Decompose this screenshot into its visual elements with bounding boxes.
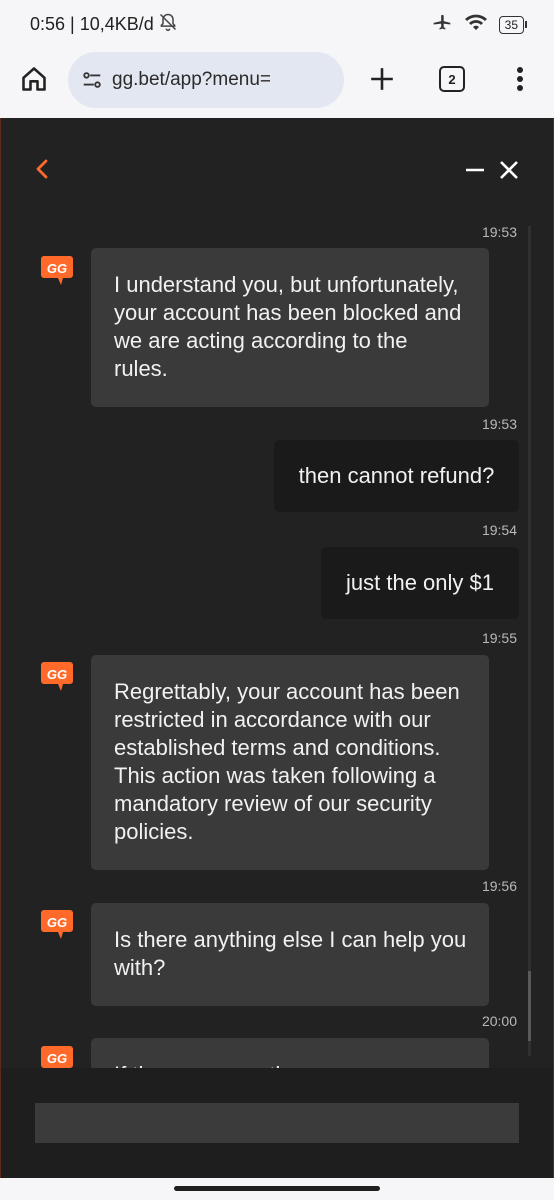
chat-window: 19:53 GG I understand you, but unfortuna… <box>0 118 554 1178</box>
chat-scrollbar[interactable] <box>528 226 531 1056</box>
gg-logo: GG <box>39 908 75 942</box>
status-left: 0:56 | 10,4KB/d <box>30 12 178 37</box>
message-list[interactable]: 19:53 GG I understand you, but unfortuna… <box>1 218 553 1068</box>
message-time: 19:53 <box>481 416 517 432</box>
message-input[interactable] <box>35 1103 519 1143</box>
minimize-icon[interactable] <box>463 158 487 182</box>
site-settings-icon[interactable] <box>80 68 104 92</box>
tabs-icon[interactable]: 2 <box>437 64 467 94</box>
agent-message: If there are no other <box>91 1038 489 1068</box>
more-vert-icon[interactable] <box>506 64 534 94</box>
message-time: 19:53 <box>481 224 517 240</box>
message-time: 19:56 <box>481 878 517 894</box>
scroll-thumb[interactable] <box>528 971 531 1041</box>
gg-logo-text: GG <box>47 261 67 276</box>
system-nav-bar <box>0 1178 554 1200</box>
back-chevron-icon[interactable] <box>31 156 53 182</box>
user-message: then cannot refund? <box>274 440 519 512</box>
gg-logo: GG <box>39 254 75 288</box>
agent-message: I understand you, but unfortunately, you… <box>91 248 489 407</box>
message-time: 20:00 <box>481 1013 517 1029</box>
gg-logo-text: GG <box>47 1051 67 1066</box>
chat-header <box>1 118 553 218</box>
gg-logo: GG <box>39 660 75 694</box>
status-bar: 0:56 | 10,4KB/d 35 <box>0 0 554 46</box>
airplane-icon <box>431 12 453 37</box>
user-message: just the only $1 <box>321 547 519 619</box>
browser-toolbar: gg.bet/app?menu= 2 <box>0 46 554 118</box>
close-icon[interactable] <box>497 158 521 182</box>
message-time: 19:55 <box>481 630 517 646</box>
gesture-handle[interactable] <box>174 1186 380 1191</box>
agent-message: Regrettably, your account has been restr… <box>91 655 489 870</box>
gg-logo-text: GG <box>47 915 67 930</box>
home-icon[interactable] <box>20 64 48 94</box>
chat-composer <box>1 1068 553 1178</box>
tab-count[interactable]: 2 <box>439 66 465 92</box>
address-bar[interactable]: gg.bet/app?menu= <box>68 52 344 108</box>
message-time: 19:54 <box>481 522 517 538</box>
battery-icon: 35 <box>498 15 528 34</box>
url-text[interactable]: gg.bet/app?menu= <box>112 69 271 91</box>
battery-level: 35 <box>504 17 518 32</box>
bell-off-icon <box>158 12 178 37</box>
plus-icon[interactable] <box>367 64 397 94</box>
status-right: 35 <box>431 12 528 37</box>
wifi-icon <box>463 12 489 37</box>
gg-logo: GG <box>39 1044 75 1068</box>
status-time-info: 0:56 | 10,4KB/d <box>30 14 154 34</box>
gg-logo-text: GG <box>47 667 67 682</box>
agent-message: Is there anything else I can help you wi… <box>91 903 489 1006</box>
